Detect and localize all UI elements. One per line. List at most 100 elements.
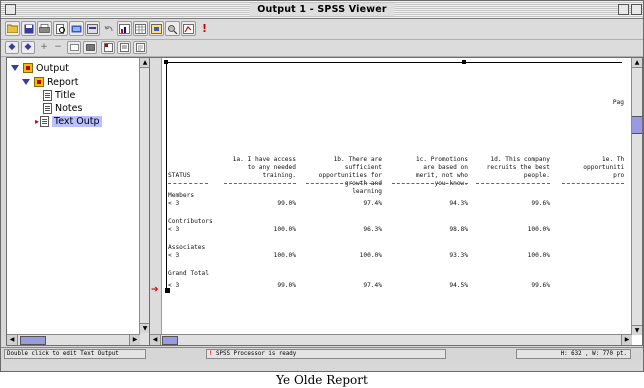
content-horizontal-scrollbar[interactable]: ◀ ▶ xyxy=(150,334,632,345)
selection-border-left xyxy=(166,62,167,290)
expand-icon[interactable]: + xyxy=(37,41,51,54)
insert-heading-icon[interactable] xyxy=(101,41,115,54)
value-cell: 96.3% xyxy=(363,226,382,233)
row-label: < 3 xyxy=(168,200,180,207)
disclosure-triangle-icon[interactable] xyxy=(22,79,30,85)
stats-icon[interactable] xyxy=(181,21,196,36)
header-separator xyxy=(224,183,296,184)
header-separator xyxy=(392,183,468,184)
goto-chart-icon[interactable] xyxy=(117,21,132,36)
collapse-box-icon[interactable] xyxy=(631,4,642,15)
scroll-thumb[interactable] xyxy=(20,336,46,345)
current-item-arrow-icon: ➔ xyxy=(151,285,159,295)
value-cell: 99.6% xyxy=(531,282,550,289)
outline-item-label: Report xyxy=(47,76,79,88)
goto-data-icon[interactable] xyxy=(133,21,148,36)
caption: Ye Olde Report xyxy=(276,373,368,387)
promote-icon[interactable]: ◆ xyxy=(5,41,19,54)
group-label: Members xyxy=(168,192,195,199)
scroll-up-arrow-icon[interactable]: ▲ xyxy=(632,58,642,68)
value-cell: 97.4% xyxy=(363,282,382,289)
hide-icon[interactable] xyxy=(83,41,97,54)
outline-item-notes[interactable]: Notes xyxy=(43,102,82,114)
resize-handle[interactable] xyxy=(164,60,168,64)
page-label: Pag xyxy=(612,99,624,106)
zoom-box-icon[interactable] xyxy=(618,4,629,15)
group-label: Grand Total xyxy=(168,270,209,277)
text-output-report[interactable]: Pag 1a. I have access to any needed traini… xyxy=(164,58,624,336)
insert-variable-icon[interactable] xyxy=(149,21,164,36)
processor-status-text: SPSS Processor is ready xyxy=(216,351,297,357)
header-separator xyxy=(306,183,382,184)
scroll-left-arrow-icon[interactable]: ◀ xyxy=(150,335,161,345)
demote-icon[interactable]: ◆ xyxy=(21,41,35,54)
value-cell: 93.3% xyxy=(449,252,468,259)
row-label: < 3 xyxy=(168,282,180,289)
row-label: < 3 xyxy=(168,252,180,259)
selection-border-top xyxy=(166,62,622,63)
recall-dialog-icon[interactable] xyxy=(85,21,100,36)
value-cell: 99.6% xyxy=(531,200,550,207)
outline-horizontal-scrollbar[interactable]: ◀ ▶ xyxy=(7,334,140,345)
outline-item-label: Output xyxy=(36,62,69,74)
row-header-status: STATUS xyxy=(168,172,191,179)
close-box-icon[interactable] xyxy=(5,4,16,15)
value-cell: 99.0% xyxy=(277,200,296,207)
insert-title-icon[interactable] xyxy=(117,41,131,54)
content-pane[interactable]: ➔ Pag 1a. I have access to any needed trai… xyxy=(149,57,643,346)
resize-handle[interactable] xyxy=(462,60,466,64)
scroll-right-arrow-icon[interactable]: ▶ xyxy=(129,335,140,345)
collapse-icon[interactable]: − xyxy=(51,41,65,54)
outline-item-output[interactable]: Output xyxy=(11,62,69,74)
value-cell: 94.3% xyxy=(449,200,468,207)
page-icon xyxy=(40,115,50,127)
header-separator xyxy=(476,183,550,184)
page-icon xyxy=(43,89,52,101)
scroll-right-arrow-icon[interactable]: ▶ xyxy=(621,335,632,345)
header-separator xyxy=(562,183,624,184)
scroll-thumb[interactable] xyxy=(632,116,642,134)
outline-item-label: Notes xyxy=(55,102,83,114)
print-icon[interactable] xyxy=(37,21,52,36)
insert-text-icon[interactable] xyxy=(133,41,147,54)
book-icon xyxy=(34,77,44,87)
outline-item-report[interactable]: Report xyxy=(22,76,79,88)
group-label: Associates xyxy=(168,244,206,251)
window-title: Output 1 - SPSS Viewer xyxy=(249,3,395,16)
header-separator xyxy=(168,183,208,184)
status-bar: Double click to edit Text Output ! SPSS … xyxy=(1,347,643,361)
export-icon[interactable] xyxy=(69,21,84,36)
title-bar[interactable]: Output 1 - SPSS Viewer xyxy=(1,1,643,19)
outline-item-text-output[interactable]: ▸ Text Outp xyxy=(35,115,102,127)
value-cell: 100.0% xyxy=(359,252,382,259)
row-label: < 3 xyxy=(168,226,180,233)
value-cell: 99.0% xyxy=(277,282,296,289)
column-header-1e: 1e. Theopportunitieprom xyxy=(583,156,624,179)
open-icon[interactable] xyxy=(5,21,20,36)
print-preview-icon[interactable] xyxy=(53,21,68,36)
undo-icon[interactable] xyxy=(101,21,116,36)
content-vertical-scrollbar[interactable]: ▲ ▼ xyxy=(631,58,642,335)
show-icon[interactable] xyxy=(67,41,81,54)
save-icon[interactable] xyxy=(21,21,36,36)
processor-status: ! SPSS Processor is ready xyxy=(206,349,446,359)
selection-arrow-icon: ▸ xyxy=(35,116,40,126)
warning-icon[interactable]: ! xyxy=(197,21,212,36)
main-toolbar: ! xyxy=(1,19,643,40)
group-label: Contributors xyxy=(168,218,213,225)
outline-pane[interactable]: Output Report Title Notes ▸ Text Outp ▲ … xyxy=(6,57,151,346)
find-case-icon[interactable] xyxy=(165,21,180,36)
value-cell: 98.8% xyxy=(449,226,468,233)
status-hint: Double click to edit Text Output xyxy=(4,349,146,359)
scroll-left-arrow-icon[interactable]: ◀ xyxy=(7,335,18,345)
value-cell: 100.0% xyxy=(273,226,296,233)
scroll-down-arrow-icon[interactable]: ▼ xyxy=(632,325,642,335)
content-gutter: ➔ xyxy=(150,58,162,345)
scroll-thumb[interactable] xyxy=(162,336,178,345)
outline-item-label: Text Outp xyxy=(52,115,102,127)
disclosure-triangle-icon[interactable] xyxy=(11,65,19,71)
outline-item-title[interactable]: Title xyxy=(43,89,75,101)
value-cell: 100.0% xyxy=(527,252,550,259)
value-cell: 94.5% xyxy=(449,282,468,289)
outline-item-label: Title xyxy=(55,89,76,101)
